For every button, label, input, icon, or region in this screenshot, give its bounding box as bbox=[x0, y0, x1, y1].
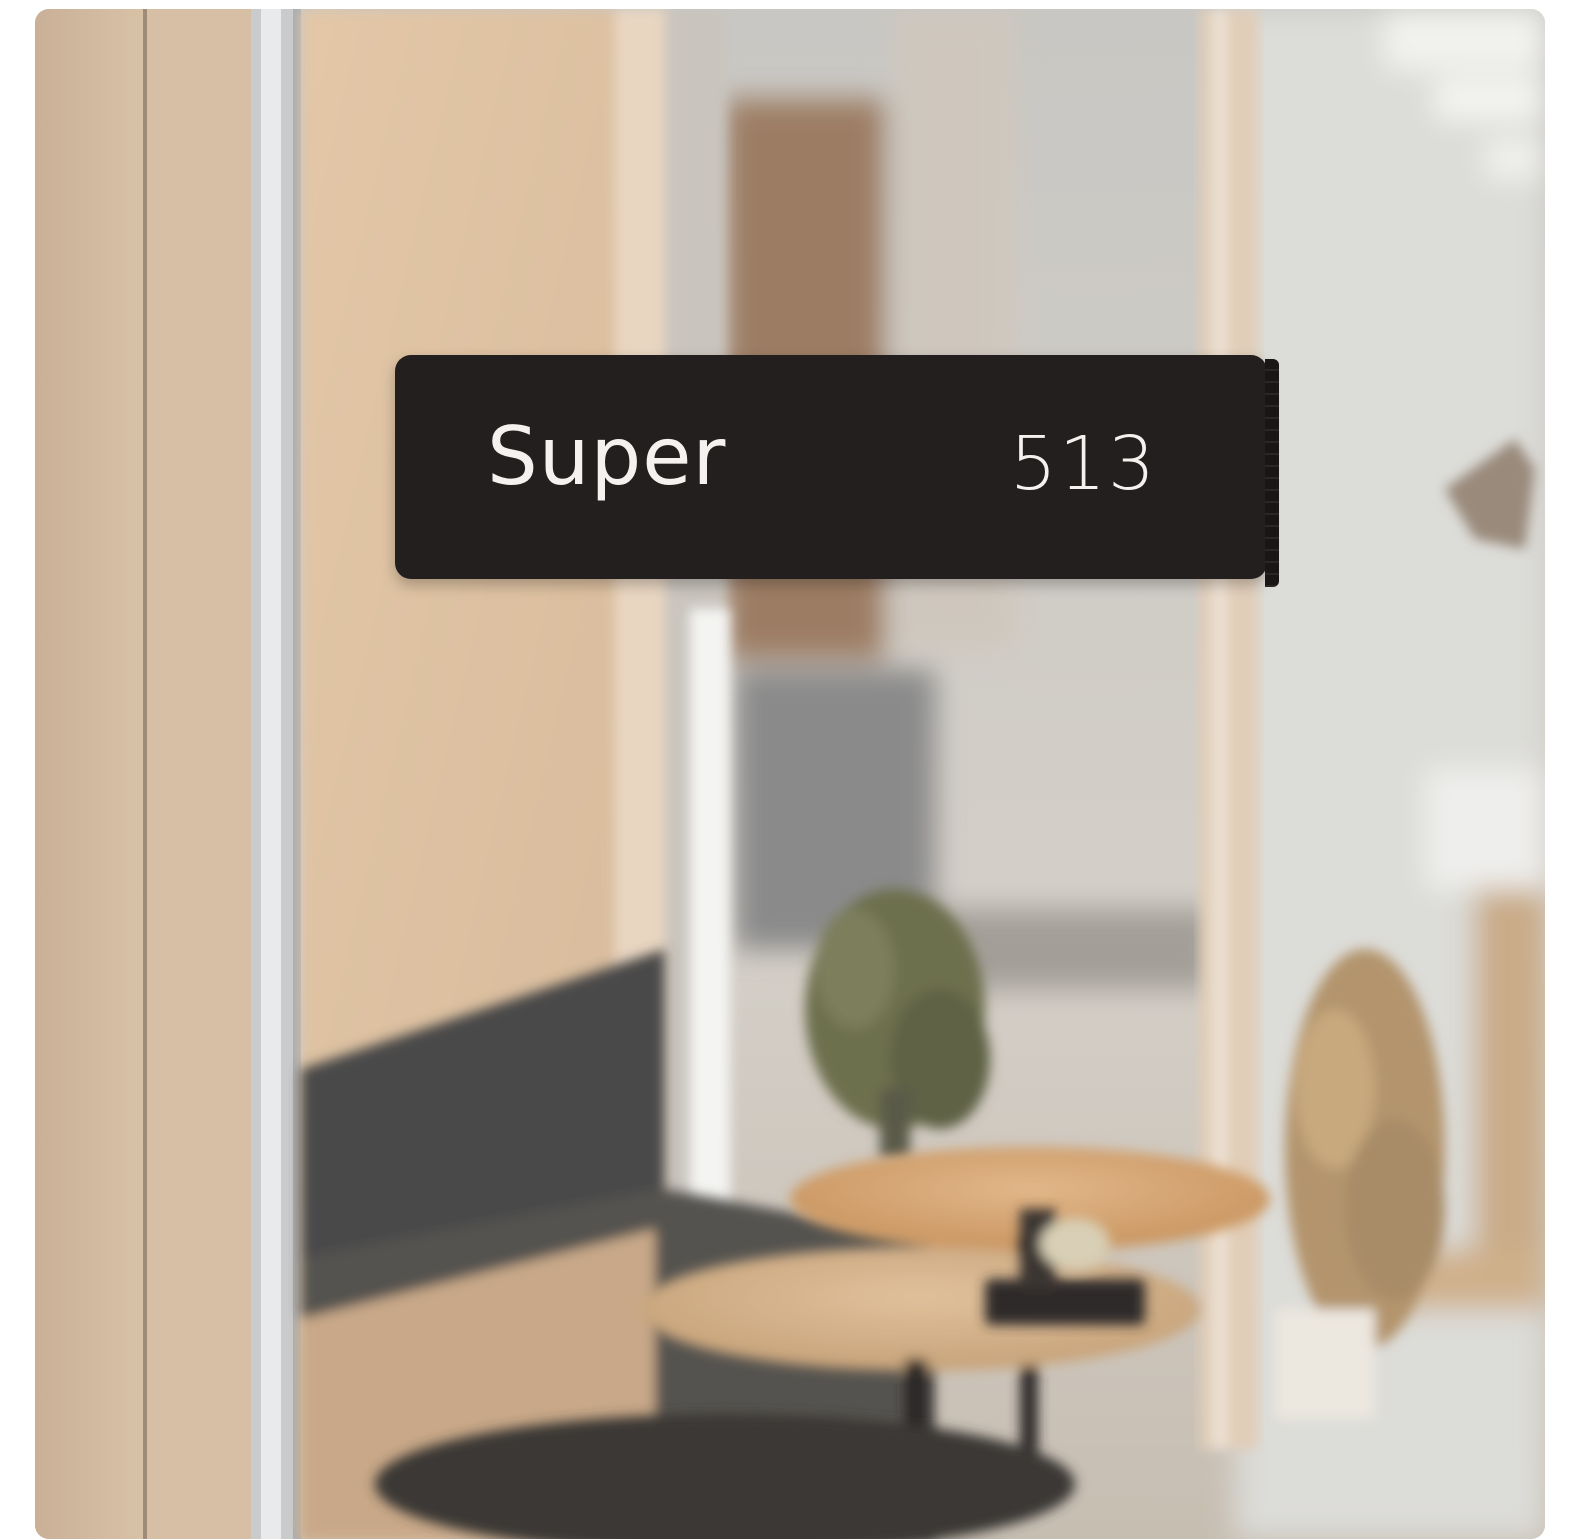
photo-card: Super 513 bbox=[35, 9, 1545, 1539]
room-name-label: Super bbox=[487, 410, 727, 503]
sign-mount-edge bbox=[1265, 359, 1279, 587]
room-sign: Super 513 bbox=[395, 355, 1279, 587]
room-number-label: 513 bbox=[1009, 421, 1157, 507]
office-scene bbox=[35, 9, 1545, 1539]
